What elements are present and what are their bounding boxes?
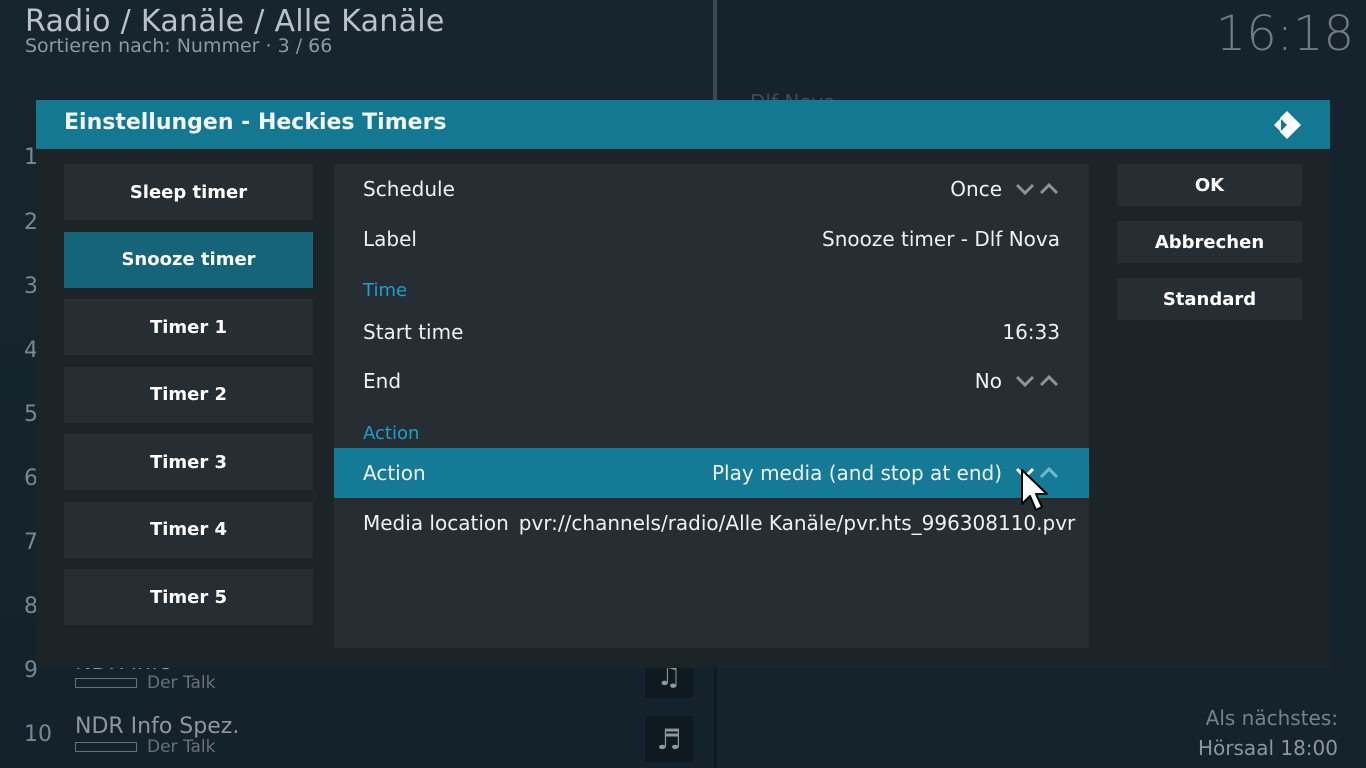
cancel-button[interactable]: Abbrechen [1117, 221, 1302, 263]
settings-dialog: Einstellungen - Heckies Timers Sleep tim… [36, 100, 1330, 668]
music-note-icon: ♬ [645, 716, 693, 762]
dialog-title: Einstellungen - Heckies Timers [64, 110, 447, 135]
group-heading-action: Action [363, 423, 420, 444]
chevron-up-icon[interactable] [1038, 182, 1060, 196]
dialog-buttons: OK Abbrechen Standard [1117, 164, 1302, 335]
category-timer-5[interactable]: Timer 5 [64, 569, 313, 625]
setting-label: Schedule [363, 177, 455, 201]
page-header: Radio / Kanäle / Alle Kanäle Sortieren n… [25, 4, 445, 57]
row-number: 10 [24, 722, 52, 747]
channel-program: Der Talk [75, 737, 705, 757]
setting-label: Start time [363, 320, 464, 344]
program-title: Der Talk [147, 737, 216, 757]
ok-button[interactable]: OK [1117, 164, 1302, 206]
category-sleep-timer[interactable]: Sleep timer [64, 164, 313, 220]
setting-label: Label [363, 227, 417, 251]
setting-value: Snooze timer - Dlf Nova [822, 227, 1060, 251]
kodi-logo-icon [1274, 111, 1301, 139]
category-timer-1[interactable]: Timer 1 [64, 299, 313, 355]
value-spinner [1014, 182, 1060, 196]
setting-value: pvr://channels/radio/Alle Kanäle/pvr.hts… [518, 511, 1076, 535]
breadcrumb: Radio / Kanäle / Alle Kanäle [25, 4, 445, 39]
settings-panel: Schedule Once Label Snooze timer - Dlf N… [334, 164, 1089, 648]
setting-label-text[interactable]: Label Snooze timer - Dlf Nova [334, 214, 1089, 264]
setting-value: No [974, 369, 1002, 393]
channel-row[interactable]: NDR Info Spez. Der Talk ♬ [75, 714, 705, 768]
next-up-value: Hörsaal 18:00 [1198, 736, 1338, 760]
program-title: Der Talk [147, 673, 216, 693]
default-button[interactable]: Standard [1117, 278, 1302, 320]
dialog-header: Einstellungen - Heckies Timers [36, 100, 1330, 149]
progress-bar [75, 742, 137, 752]
category-list: Sleep timer Snooze timer Timer 1 Timer 2… [64, 164, 313, 637]
next-up-label: Als nächstes: [1205, 706, 1338, 730]
category-snooze-timer[interactable]: Snooze timer [64, 231, 313, 288]
next-up-info: Als nächstes: Hörsaal 18:00 [1198, 703, 1338, 763]
channel-program: Der Talk [75, 673, 705, 693]
category-timer-2[interactable]: Timer 2 [64, 366, 313, 423]
chevron-down-icon[interactable] [1014, 182, 1036, 196]
setting-label: Media location [363, 511, 509, 535]
setting-start-time[interactable]: Start time 16:33 [334, 307, 1089, 357]
mouse-cursor-icon [1021, 469, 1048, 511]
clock: 16:18 [1215, 6, 1354, 62]
group-heading-time: Time [363, 280, 408, 301]
setting-value: Once [950, 177, 1002, 201]
progress-bar [75, 678, 137, 688]
chevron-up-icon[interactable] [1038, 374, 1060, 388]
value-spinner [1014, 374, 1060, 388]
category-timer-3[interactable]: Timer 3 [64, 434, 313, 490]
setting-label: End [363, 369, 402, 393]
setting-media-location[interactable]: Media location pvr://channels/radio/Alle… [334, 498, 1089, 548]
setting-value: 16:33 [1002, 320, 1060, 344]
setting-action[interactable]: Action Play media (and stop at end) [334, 448, 1089, 498]
channel-name: NDR Info Spez. [75, 714, 240, 739]
chevron-down-icon[interactable] [1014, 374, 1036, 388]
setting-value: Play media (and stop at end) [712, 461, 1002, 485]
setting-end[interactable]: End No [334, 356, 1089, 406]
category-timer-4[interactable]: Timer 4 [64, 501, 313, 558]
setting-label: Action [363, 461, 426, 485]
setting-schedule[interactable]: Schedule Once [334, 164, 1089, 214]
